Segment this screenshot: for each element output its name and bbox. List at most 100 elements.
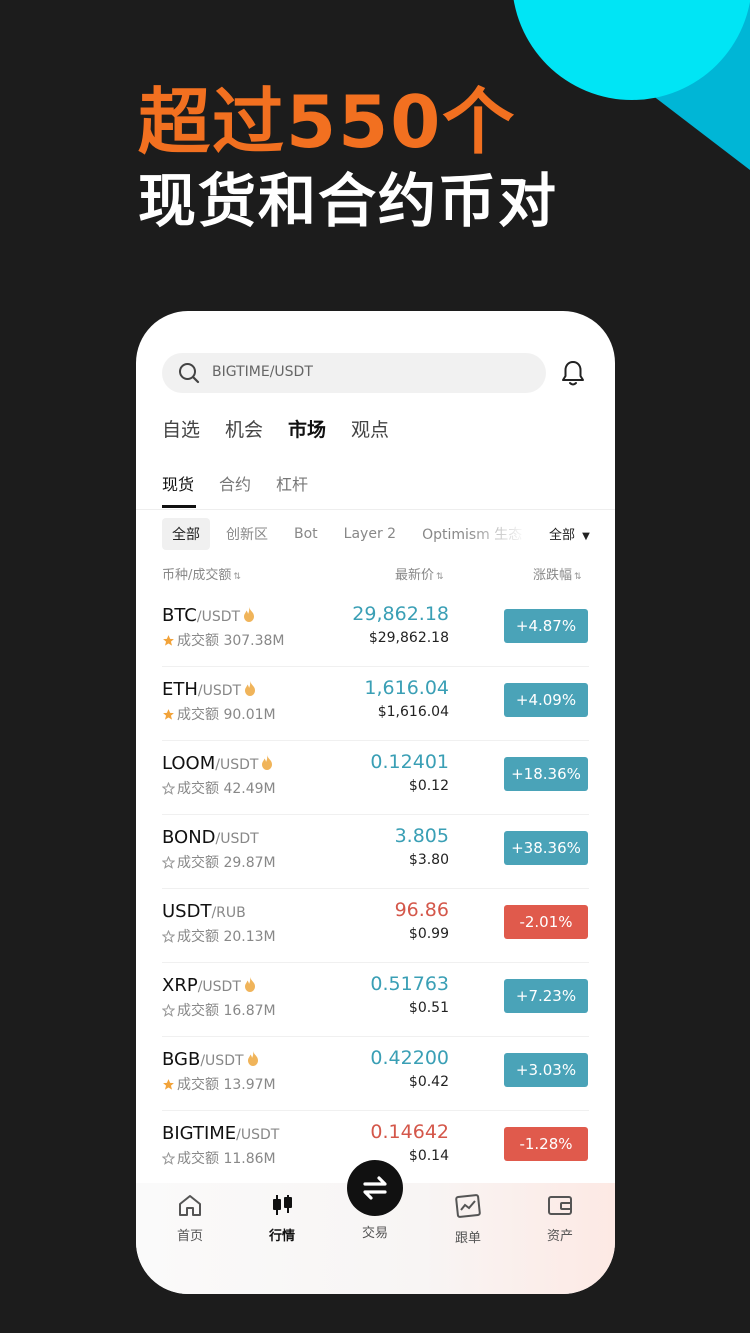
- usd-price: $29,862.18: [368, 630, 449, 646]
- tab-underline: [162, 505, 196, 508]
- last-price: 0.14642: [370, 1121, 449, 1143]
- trade-button[interactable]: [347, 1160, 403, 1216]
- change-badge[interactable]: +38.36%: [504, 831, 588, 865]
- base-asset: ETH: [162, 679, 198, 700]
- change-badge[interactable]: -2.01%: [504, 905, 588, 939]
- quote-asset: /RUB: [211, 905, 246, 921]
- star-outline-icon[interactable]: [161, 1003, 176, 1021]
- chip-all[interactable]: 全部: [162, 518, 210, 550]
- flame-icon: [243, 606, 255, 627]
- table-row[interactable]: XRP/USDT 成交额 16.87M 0.51763 $0.51 +7.23%: [136, 963, 615, 1037]
- column-header-pair[interactable]: 币种/成交额 ⇅: [162, 564, 241, 583]
- column-header-pair-label: 币种/成交额: [162, 568, 232, 583]
- tab-market[interactable]: 市场: [288, 415, 326, 442]
- pair-symbol: LOOM/USDT: [162, 753, 273, 775]
- usd-price: $1,616.04: [377, 704, 449, 720]
- tab-futures[interactable]: 合约: [219, 471, 251, 495]
- filter-dropdown[interactable]: 全部 ▼: [549, 524, 590, 543]
- tab-margin[interactable]: 杠杆: [276, 471, 308, 495]
- pair-symbol: BTC/USDT: [162, 605, 255, 627]
- bell-icon[interactable]: [560, 359, 586, 391]
- volume: 成交额 29.87M: [161, 852, 276, 873]
- search-icon: [178, 362, 200, 388]
- tab-spot[interactable]: 现货: [162, 471, 194, 495]
- change-badge[interactable]: +3.03%: [504, 1053, 588, 1087]
- star-outline-icon[interactable]: [161, 929, 176, 947]
- last-price: 96.86: [394, 899, 449, 921]
- headline-line-1: 超过550个: [138, 80, 517, 164]
- star-outline-icon[interactable]: [161, 855, 176, 873]
- pair-symbol: BIGTIME/USDT: [162, 1123, 279, 1144]
- tab-watchlist[interactable]: 自选: [162, 415, 200, 442]
- table-row[interactable]: USDT/RUB 成交额 20.13M 96.86 $0.99 -2.01%: [136, 889, 615, 963]
- last-price: 0.51763: [370, 973, 449, 995]
- column-header-price-label: 最新价: [395, 568, 435, 583]
- search-placeholder: BIGTIME/USDT: [212, 364, 313, 380]
- nav-trade-label: 交易: [361, 1226, 388, 1241]
- headline-line-2: 现货和合约币对: [138, 167, 559, 235]
- usd-price: $0.51: [408, 1000, 449, 1016]
- last-price: 3.805: [394, 825, 449, 847]
- volume: 成交额 90.01M: [162, 704, 276, 725]
- filter-label: 全部: [549, 528, 576, 543]
- table-row[interactable]: LOOM/USDT 成交额 42.49M 0.12401 $0.12 +18.36%: [136, 741, 615, 815]
- nav-copy-label: 跟单: [454, 1231, 481, 1246]
- usd-price: $0.14: [408, 1148, 449, 1164]
- swap-icon: [363, 1176, 387, 1200]
- quote-asset: /USDT: [197, 979, 241, 995]
- nav-home[interactable]: 首页: [155, 1193, 225, 1244]
- tab-opportunity[interactable]: 机会: [225, 415, 263, 442]
- volume-text: 成交额 13.97M: [177, 1077, 276, 1093]
- volume-text: 成交额 42.49M: [177, 781, 276, 797]
- change-badge[interactable]: +4.09%: [504, 683, 588, 717]
- quote-asset: /USDT: [196, 609, 241, 625]
- flame-icon: [247, 1050, 259, 1071]
- pair-symbol: ETH/USDT: [162, 679, 256, 701]
- nav-assets[interactable]: 资产: [525, 1193, 595, 1244]
- star-outline-icon[interactable]: [161, 1151, 176, 1169]
- chart-card-icon: [455, 1194, 481, 1218]
- nav-market-label: 行情: [268, 1229, 295, 1244]
- main-tabs: 自选 机会 市场 观点: [162, 415, 389, 442]
- tab-insights[interactable]: 观点: [351, 415, 389, 442]
- chip-bot[interactable]: Bot: [284, 520, 328, 548]
- nav-market[interactable]: 行情: [247, 1193, 317, 1244]
- table-row[interactable]: BGB/USDT 成交额 13.97M 0.42200 $0.42 +3.03%: [136, 1037, 615, 1111]
- quote-asset: /USDT: [236, 1127, 280, 1143]
- sort-icon: ⇅: [233, 572, 241, 582]
- table-row[interactable]: ETH/USDT 成交额 90.01M 1,616.04 $1,616.04 +4.09…: [136, 667, 615, 741]
- column-header-change[interactable]: 涨跌幅 ⇅: [533, 564, 582, 583]
- star-filled-icon[interactable]: [162, 708, 175, 725]
- last-price: 0.42200: [370, 1047, 449, 1069]
- chip-fade: [466, 519, 526, 551]
- table-row[interactable]: BOND/USDT 成交额 29.87M 3.805 $3.80 +38.36%: [136, 815, 615, 889]
- star-filled-icon[interactable]: [162, 1078, 175, 1095]
- volume-text: 成交额 307.38M: [177, 633, 285, 649]
- star-filled-icon[interactable]: [162, 634, 175, 651]
- volume-text: 成交额 11.86M: [177, 1151, 276, 1167]
- volume: 成交额 307.38M: [162, 630, 285, 651]
- change-badge[interactable]: +7.23%: [504, 979, 588, 1013]
- usd-price: $0.12: [408, 778, 449, 794]
- flame-icon: [244, 680, 256, 701]
- nav-copy-trade[interactable]: 跟单: [433, 1193, 503, 1246]
- column-header-price[interactable]: 最新价 ⇅: [395, 564, 444, 583]
- sub-tabs: 现货 合约 杠杆: [162, 471, 308, 495]
- column-header-change-label: 涨跌幅: [533, 568, 573, 583]
- base-asset: XRP: [162, 975, 198, 996]
- pair-symbol: BOND/USDT: [162, 827, 259, 848]
- usd-price: $0.42: [408, 1074, 449, 1090]
- chip-innovation[interactable]: 创新区: [216, 518, 278, 550]
- search-bar[interactable]: BIGTIME/USDT: [162, 353, 546, 393]
- last-price: 0.12401: [370, 751, 449, 773]
- star-outline-icon[interactable]: [161, 781, 176, 799]
- change-badge[interactable]: +18.36%: [504, 757, 588, 791]
- last-price: 29,862.18: [352, 603, 449, 625]
- flame-icon: [244, 976, 256, 997]
- change-badge[interactable]: +4.87%: [504, 609, 588, 643]
- change-badge[interactable]: -1.28%: [504, 1127, 588, 1161]
- wallet-icon: [548, 1196, 572, 1215]
- usd-price: $3.80: [408, 852, 449, 868]
- table-row[interactable]: BTC/USDT 成交额 307.38M 29,862.18 $29,862.18 +4…: [136, 593, 615, 667]
- chip-layer2[interactable]: Layer 2: [334, 520, 406, 548]
